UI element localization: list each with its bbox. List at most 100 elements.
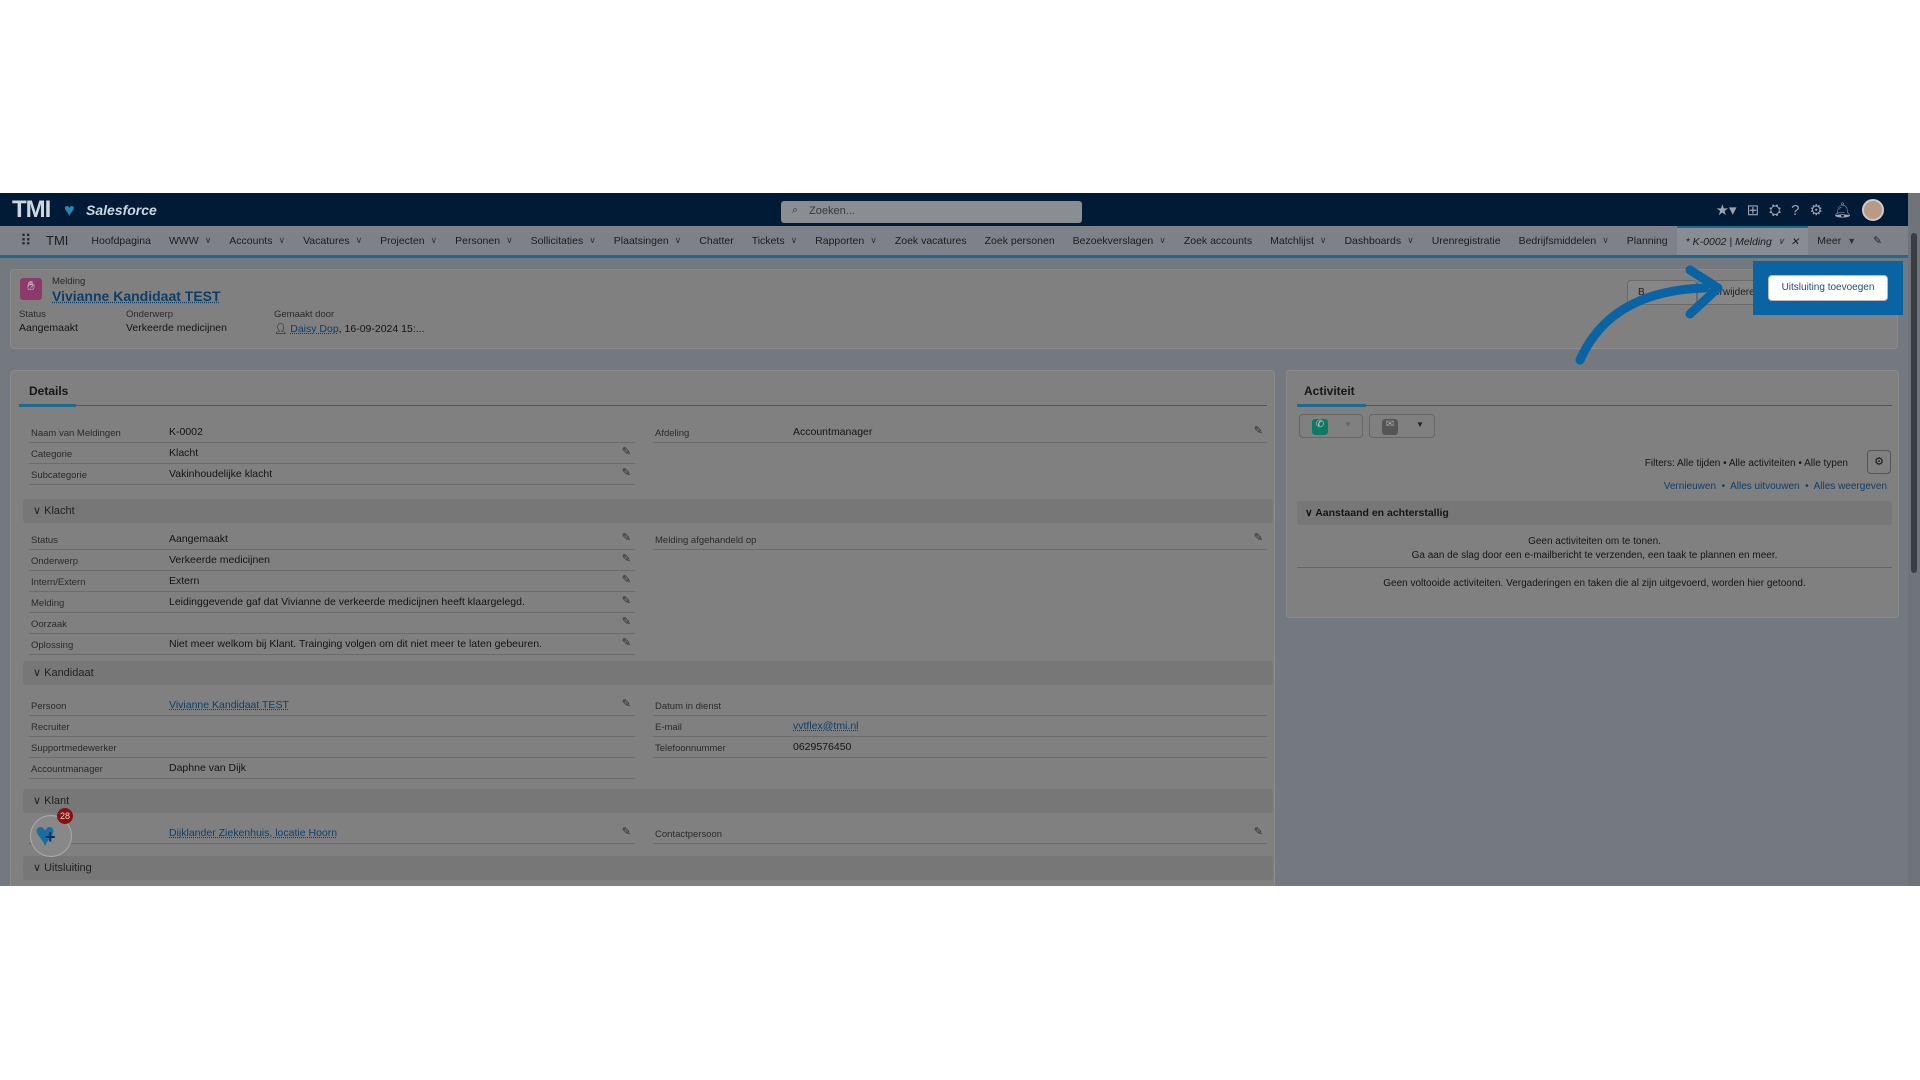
nav-item[interactable]: WWW ∨ (160, 226, 220, 255)
nav-item[interactable]: Hoofdpagina (82, 226, 160, 255)
field-row: Persoon Vivianne Kandidaat TEST ✎ (29, 695, 635, 716)
chevron-down-icon[interactable]: ∨ (205, 235, 212, 246)
filter-gear-icon[interactable]: ⚙ (1867, 450, 1891, 474)
edit-pencil-icon[interactable]: ✎ (622, 573, 631, 586)
chevron-down-icon[interactable]: ∨ (675, 235, 682, 246)
nav-more[interactable]: Meer ▼ (1808, 226, 1865, 255)
favorites-icon[interactable]: ★▾ (1716, 201, 1737, 219)
nav-item[interactable]: Bezoekverslagen ∨ (1064, 226, 1175, 255)
nav-item[interactable]: Accounts ∨ (220, 226, 294, 255)
chevron-down-icon[interactable]: ∨ (1320, 235, 1327, 246)
edit-pencil-icon[interactable]: ✎ (622, 615, 631, 628)
edit-pencil-icon[interactable]: ✎ (622, 825, 631, 838)
nav-item[interactable]: Dashboards ∨ (1335, 226, 1422, 255)
nav-item[interactable]: Urenregistratie (1423, 226, 1510, 255)
show-all-link[interactable]: Alles weergeven (1814, 481, 1887, 492)
nav-item[interactable]: Personen ∨ (446, 226, 522, 255)
nav-item[interactable]: Bedrijfsmiddelen ∨ (1510, 226, 1618, 255)
upcoming-section[interactable]: ∨ Aanstaand en achterstallig (1297, 501, 1892, 525)
field-value: Accountmanager (793, 426, 873, 438)
section-title: Klacht (44, 505, 75, 517)
chevron-down-icon[interactable]: ∨ (356, 235, 363, 246)
chevron-down-icon[interactable]: ∨ (589, 235, 596, 246)
refresh-link[interactable]: Vernieuwen (1664, 481, 1716, 492)
tab-k-0002[interactable]: * K-0002 | Melding ∨ ✕ (1676, 226, 1809, 255)
chevron-down-icon[interactable]: ∨ (1159, 235, 1166, 246)
nav-item-label: Dashboards (1344, 234, 1402, 247)
section-header[interactable]: ∨ Uitsluiting (23, 856, 1273, 880)
nav-item[interactable]: Sollicitaties ∨ (522, 226, 605, 255)
tab-activity[interactable]: Activiteit (1304, 384, 1355, 398)
created-by-link[interactable]: Daisy Dop (290, 323, 338, 335)
nav-item-label: Personen (455, 234, 501, 247)
nav-item[interactable]: Zoek vacatures (886, 226, 976, 255)
chevron-down-icon[interactable]: ∨ (278, 235, 285, 246)
log-call-button[interactable]: ✆ ▼ (1299, 414, 1363, 438)
nav-item[interactable]: Zoek accounts (1175, 226, 1261, 255)
add-exclusion-button[interactable]: Uitsluiting toevoegen (1768, 275, 1888, 301)
field-value[interactable]: Dijklander Ziekenhuis, locatie Hoorn (169, 827, 337, 839)
nav-item-label: Sollicitaties (530, 234, 584, 247)
nav-item[interactable]: Tickets ∨ (743, 226, 806, 255)
chevron-down-icon[interactable]: ∨ (1407, 235, 1414, 246)
section-header[interactable]: ∨ Kandidaat (23, 661, 1273, 685)
section-header[interactable]: ∨ Klacht (23, 499, 1273, 523)
empty-state: Geen activiteiten om te tonen. Ga aan de … (1297, 535, 1892, 563)
nav-item[interactable]: Chatter (690, 226, 742, 255)
edit-pencil-icon[interactable]: ✎ (622, 697, 631, 710)
heart-logo-icon: ♥ (64, 200, 75, 220)
nav-item[interactable]: Projecten ∨ (371, 226, 446, 255)
chat-widget[interactable]: ♥ + 28 (30, 808, 73, 857)
edit-pencil-icon[interactable]: ✎ (1254, 531, 1263, 544)
field-value[interactable]: Vivianne Kandidaat TEST (169, 699, 289, 711)
chevron-down-icon[interactable]: ∨ (431, 235, 438, 246)
email-button[interactable]: ✉ ▼ (1369, 414, 1435, 438)
record-type: Melding (52, 276, 86, 287)
edit-pencil-icon[interactable]: ✎ (622, 636, 631, 649)
app-launcher-icon[interactable]: ⠿ (20, 231, 36, 251)
edit-pencil-icon[interactable]: ✎ (622, 445, 631, 458)
chevron-down-icon[interactable]: ∨ (506, 235, 513, 246)
edit-pencil-icon[interactable]: ✎ (622, 552, 631, 565)
record-name[interactable]: Vivianne Kandidaat TEST (52, 288, 221, 304)
close-icon[interactable]: ✕ (1790, 236, 1799, 248)
search-input[interactable]: ⌕ Zoeken... (781, 201, 1082, 223)
field-value[interactable]: vvtflex@tmi.nl (793, 720, 859, 732)
nav-item[interactable]: Vacatures ∨ (294, 226, 371, 255)
gear-icon[interactable]: ⚙ (1810, 201, 1823, 219)
scrollbar[interactable] (1908, 193, 1920, 886)
tab-details[interactable]: Details (29, 384, 68, 398)
nav-item[interactable]: Rapporten ∨ (806, 226, 886, 255)
field-row: Melding Leidinggevende gaf dat Vivianne d… (29, 592, 635, 613)
chevron-down-icon[interactable]: ∨ (1602, 235, 1609, 246)
edit-pencil-icon[interactable]: ✎ (622, 466, 631, 479)
created-date: , 16-09-2024 15:... (338, 323, 425, 335)
chevron-down-icon[interactable]: ∨ (791, 235, 798, 246)
chevron-down-icon[interactable]: ∨ (1778, 236, 1785, 247)
edit-pencil-icon[interactable]: ✎ (622, 531, 631, 544)
chevron-down-icon[interactable]: ∨ (870, 235, 877, 246)
help-icon[interactable]: ? (1791, 202, 1799, 219)
nav-item[interactable]: Matchlijst ∨ (1261, 226, 1335, 255)
caret-down-icon[interactable]: ▼ (1416, 420, 1424, 429)
field-row: Datum in dienst (653, 695, 1267, 716)
caret-down-icon[interactable]: ▼ (1344, 420, 1352, 429)
expand-all-link[interactable]: Alles uitvouwen (1730, 481, 1799, 492)
field-label: Melding afgehandeld op (655, 535, 757, 546)
section-title: Klant (44, 795, 70, 807)
edit-pencil-icon[interactable]: ✎ (1254, 424, 1263, 437)
edit-pencil-icon[interactable]: ✎ (1254, 825, 1263, 838)
nav-item[interactable]: Zoek personen (976, 226, 1064, 255)
trailhead-icon[interactable]: ⛭ (1769, 202, 1781, 219)
section-title: Uitsluiting (44, 862, 92, 874)
email-icon: ✉ (1382, 419, 1398, 435)
avatar[interactable] (1862, 199, 1884, 221)
add-icon[interactable]: ⊞ (1747, 201, 1760, 219)
edit-pencil-icon[interactable]: ✎ (622, 594, 631, 607)
nav-item[interactable]: Plaatsingen ∨ (605, 226, 690, 255)
section-header[interactable]: ∨ Klant (23, 789, 1273, 813)
nav-item[interactable]: Planning (1618, 226, 1677, 255)
edit-nav-icon[interactable]: ✎ (1873, 235, 1882, 247)
bell-icon[interactable]: 🔔︎ (1833, 201, 1852, 219)
caret-down-icon: ▼ (1847, 235, 1857, 246)
